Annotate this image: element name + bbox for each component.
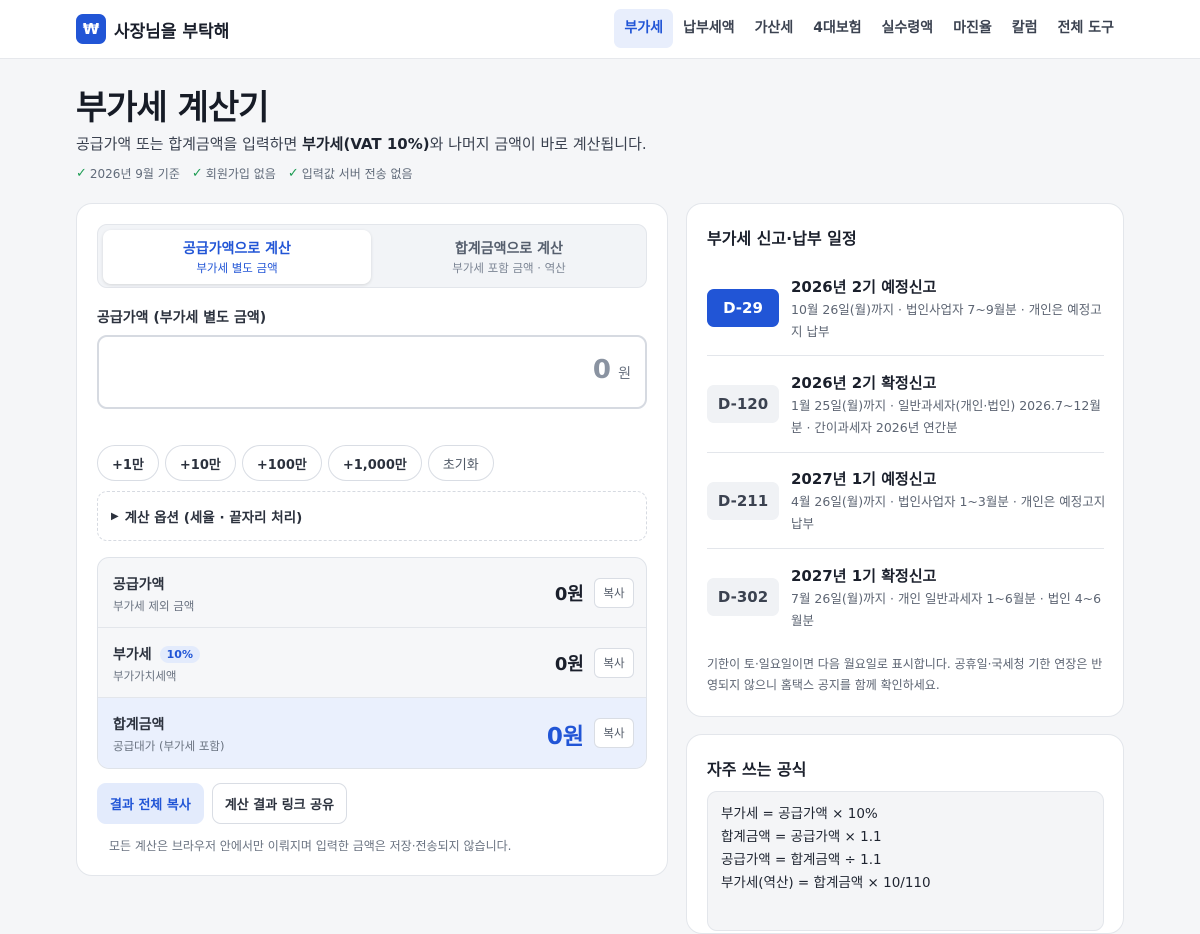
page-description: 공급가액 또는 합계금액을 입력하면 부가세(VAT 10%)와 나머지 금액이… bbox=[76, 133, 647, 154]
amount-field-label: 공급가액 (부가세 별도 금액) bbox=[97, 310, 267, 326]
result-actions: 결과 전체 복사 계산 결과 링크 공유 bbox=[97, 783, 348, 824]
schedule-item: D-120 2026년 2기 확정신고 1월 25일(월)까지 · 일반과세자(… bbox=[707, 356, 1104, 453]
schedule-name: 2027년 1기 확정신고 bbox=[791, 567, 937, 585]
result-name: 공급가액 bbox=[113, 574, 165, 594]
filing-schedule-card: 부가세 신고·납부 일정 D-29 2026년 2기 예정신고 10월 26일(… bbox=[686, 203, 1124, 717]
privacy-note: 모든 계산은 브라우저 안에서만 이뤄지며 입력한 금액은 저장·전송되지 않습… bbox=[109, 839, 512, 853]
schedule-desc: 1월 25일(월)까지 · 일반과세자(개인·법인) 2026.7~12월분 ·… bbox=[791, 398, 1101, 435]
result-value: 0원 bbox=[554, 584, 584, 605]
tab-supply-amount[interactable]: 공급가액으로 계산 부가세 별도 금액 bbox=[103, 230, 371, 284]
nav-item-net-pay[interactable]: 실수령액 bbox=[872, 9, 944, 48]
badge-label: 입력값 서버 전송 없음 bbox=[301, 167, 413, 181]
reset-button[interactable]: 초기화 bbox=[427, 445, 494, 481]
amount-field: 원 bbox=[97, 335, 647, 409]
schedule-desc: 7월 26일(월)까지 · 개인 일반과세자 1~6월분 · 법인 4~6월분 bbox=[791, 591, 1102, 628]
tab-title: 합계금액으로 계산 bbox=[455, 241, 563, 257]
vat-rate-badge: 10% bbox=[159, 645, 200, 663]
share-link-button[interactable]: 계산 결과 링크 공유 bbox=[211, 783, 348, 824]
result-name-text: 합계금액 bbox=[113, 717, 165, 733]
badge-item: ✓ 회원가입 없음 bbox=[192, 165, 276, 182]
nav-item-all-tools[interactable]: 전체 도구 bbox=[1048, 9, 1124, 48]
nav-item-margin-rate[interactable]: 마진율 bbox=[943, 9, 1002, 48]
formula-line: 공급가액 = 합계금액 ÷ 1.1 bbox=[721, 852, 882, 868]
add-10m-button[interactable]: +1,000만 bbox=[327, 445, 422, 481]
add-100k-button[interactable]: +10만 bbox=[164, 445, 236, 481]
formulas-card: 자주 쓰는 공식 부가세 = 공급가액 × 10% 합계금액 = 공급가액 × … bbox=[686, 734, 1124, 934]
formulas-title: 자주 쓰는 공식 bbox=[707, 760, 807, 779]
check-icon: ✓ bbox=[287, 166, 299, 181]
schedule-item: D-29 2026년 2기 예정신고 10월 26일(월)까지 · 법인사업자 … bbox=[707, 259, 1104, 356]
amount-input[interactable] bbox=[211, 355, 611, 385]
formula-box: 부가세 = 공급가액 × 10% 합계금액 = 공급가액 × 1.1 공급가액 … bbox=[707, 791, 1104, 931]
brand-link[interactable]: ₩ 사장님을 부탁해 bbox=[76, 14, 229, 44]
result-row-supply: 공급가액 부가세 제외 금액 0원 복사 bbox=[98, 558, 646, 628]
schedule-note: 기한이 토·일요일이면 다음 월요일로 표시합니다. 공휴일·국세청 기한 연장… bbox=[707, 657, 1103, 692]
nav-item-column[interactable]: 칼럼 bbox=[1002, 9, 1048, 48]
tab-subtitle: 부가세 포함 금액 · 역산 bbox=[452, 261, 566, 275]
desc-text-pre: 공급가액 또는 합계금액을 입력하면 bbox=[76, 135, 303, 153]
won-logo-icon: ₩ bbox=[76, 14, 106, 44]
check-icon: ✓ bbox=[76, 166, 87, 181]
schedule-name: 2026년 2기 확정신고 bbox=[791, 374, 937, 392]
copy-supply-button[interactable]: 복사 bbox=[594, 578, 634, 608]
disclosure-triangle-icon: ▶ bbox=[111, 510, 119, 522]
tab-subtitle: 부가세 별도 금액 bbox=[196, 261, 278, 275]
check-icon: ✓ bbox=[191, 166, 203, 181]
copy-all-results-button[interactable]: 결과 전체 복사 bbox=[97, 783, 204, 824]
schedule-item: D-211 2027년 1기 예정신고 4월 26일(월)까지 · 법인사업자 … bbox=[707, 452, 1106, 549]
quick-add-buttons: +1만 +10만 +100만 +1,000만 초기화 bbox=[97, 445, 494, 481]
result-name-text: 공급가액 bbox=[113, 577, 165, 593]
copy-total-button[interactable]: 복사 bbox=[594, 718, 634, 748]
results-panel: 공급가액 부가세 제외 금액 0원 복사 부가세 10% 부가가치세액 0원 복사… bbox=[97, 557, 647, 769]
badge-label: 2026년 9월 기준 bbox=[89, 167, 180, 181]
result-name-text: 부가세 bbox=[113, 647, 152, 663]
result-value: 0원 bbox=[554, 654, 584, 675]
dday-badge: D-302 bbox=[707, 578, 779, 616]
formula-line: 부가세 = 공급가액 × 10% bbox=[721, 806, 878, 822]
top-header: ₩ 사장님을 부탁해 부가세 납부세액 가산세 4대보험 실수령액 마진율 칼럼… bbox=[0, 0, 1200, 59]
result-subtitle: 공급대가 (부가세 포함) bbox=[113, 739, 225, 753]
result-value: 0원 bbox=[546, 724, 584, 750]
dday-badge: D-29 bbox=[707, 289, 779, 327]
result-row-total: 합계금액 공급대가 (부가세 포함) 0원 복사 bbox=[98, 698, 646, 768]
schedule-item: D-302 2027년 1기 확정신고 7월 26일(월)까지 · 개인 일반과… bbox=[707, 549, 1104, 646]
options-label: 계산 옵션 (세율 · 끝자리 처리) bbox=[124, 510, 303, 526]
tab-title: 공급가액으로 계산 bbox=[183, 241, 291, 257]
badge-item: ✓ 2026년 9월 기준 bbox=[76, 165, 180, 182]
schedule-desc: 4월 26일(월)까지 · 법인사업자 1~3월분 · 개인은 예정고지 납부 bbox=[791, 494, 1106, 531]
badge-label: 회원가입 없음 bbox=[205, 167, 276, 181]
result-name: 합계금액 bbox=[113, 714, 165, 734]
nav-item-penalty-tax[interactable]: 가산세 bbox=[745, 9, 804, 48]
schedule-desc: 10월 26일(월)까지 · 법인사업자 7~9월분 · 개인은 예정고지 납부 bbox=[791, 302, 1102, 339]
desc-text-bold: 부가세(VAT 10%) bbox=[302, 135, 430, 153]
schedule-name: 2027년 1기 예정신고 bbox=[791, 470, 937, 488]
add-10k-button[interactable]: +1만 bbox=[97, 445, 159, 481]
page-title: 부가세 계산기 bbox=[76, 88, 270, 128]
schedule-name: 2026년 2기 예정신고 bbox=[791, 278, 937, 296]
result-subtitle: 부가세 제외 금액 bbox=[113, 599, 195, 613]
formula-line: 부가세(역산) = 합계금액 × 10/110 bbox=[721, 875, 931, 891]
result-name: 부가세 10% bbox=[113, 644, 200, 664]
dday-badge: D-120 bbox=[707, 385, 779, 423]
brand-name: 사장님을 부탁해 bbox=[114, 21, 230, 42]
result-row-vat: 부가세 10% 부가가치세액 0원 복사 bbox=[98, 628, 646, 698]
desc-text-post: 와 나머지 금액이 바로 계산됩니다. bbox=[429, 135, 647, 153]
result-subtitle: 부가가치세액 bbox=[113, 669, 177, 683]
currency-unit: 원 bbox=[618, 366, 631, 382]
schedule-title: 부가세 신고·납부 일정 bbox=[707, 229, 857, 248]
dday-badge: D-211 bbox=[707, 482, 779, 520]
add-1m-button[interactable]: +100만 bbox=[241, 445, 322, 481]
tab-total-amount[interactable]: 합계금액으로 계산 부가세 포함 금액 · 역산 bbox=[375, 230, 643, 284]
nav-item-vat[interactable]: 부가세 bbox=[614, 9, 674, 48]
vat-calculator-card: 공급가액으로 계산 부가세 별도 금액 합계금액으로 계산 부가세 포함 금액 … bbox=[76, 203, 668, 876]
feature-badges: ✓ 2026년 9월 기준 ✓ 회원가입 없음 ✓ 입력값 서버 전송 없음 bbox=[76, 165, 413, 182]
nav-item-payable-tax[interactable]: 납부세액 bbox=[673, 9, 745, 48]
calc-options-toggle[interactable]: ▶ 계산 옵션 (세율 · 끝자리 처리) bbox=[97, 491, 647, 541]
copy-vat-button[interactable]: 복사 bbox=[594, 648, 634, 678]
badge-item: ✓ 입력값 서버 전송 없음 bbox=[288, 165, 413, 182]
main-nav: 부가세 납부세액 가산세 4대보험 실수령액 마진율 칼럼 전체 도구 bbox=[614, 9, 1124, 48]
formula-line: 합계금액 = 공급가액 × 1.1 bbox=[721, 829, 882, 845]
nav-item-social-insurance[interactable]: 4대보험 bbox=[803, 9, 871, 48]
calc-mode-tabs: 공급가액으로 계산 부가세 별도 금액 합계금액으로 계산 부가세 포함 금액 … bbox=[97, 224, 647, 288]
